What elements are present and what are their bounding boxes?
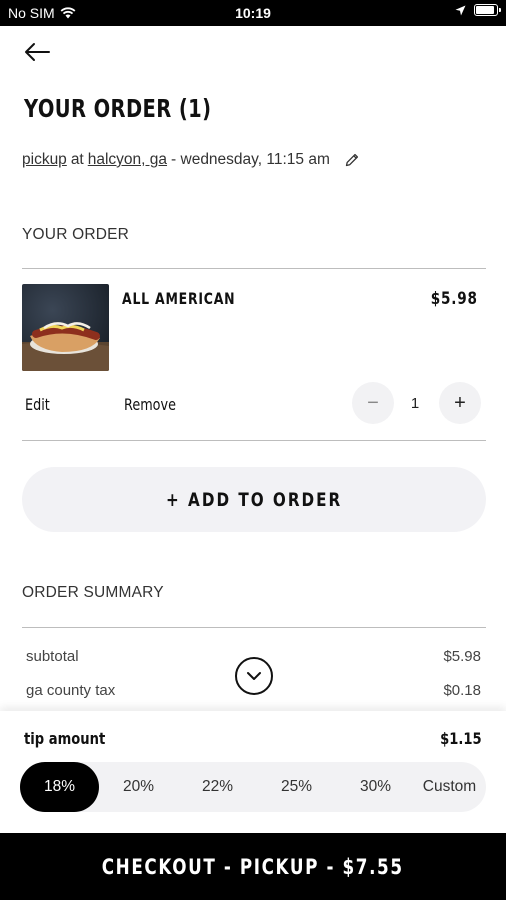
clock: 10:19: [235, 5, 271, 21]
order-section-label: YOUR ORDER: [22, 226, 130, 243]
add-to-order-label: + ADD TO ORDER: [165, 488, 343, 511]
back-arrow-icon: [25, 43, 50, 61]
summary-row-label: subtotal: [26, 648, 79, 665]
decrease-quantity-button[interactable]: −: [352, 382, 394, 424]
tip-option-22[interactable]: 22%: [178, 762, 257, 812]
plus-icon: +: [454, 391, 466, 414]
tip-option-18[interactable]: 18%: [20, 762, 99, 812]
status-bar: No SIM 10:19: [0, 0, 506, 26]
tip-option-custom[interactable]: Custom: [410, 762, 489, 812]
back-button[interactable]: [22, 38, 52, 66]
checkout-button[interactable]: CHECKOUT - PICKUP - $7.55: [0, 833, 506, 900]
tip-amount-label: tip amount: [24, 729, 106, 748]
expand-summary-button[interactable]: [235, 657, 273, 695]
chevron-down-icon: [247, 672, 261, 680]
item-name: ALL AMERICAN: [122, 289, 236, 308]
item-image: [22, 284, 109, 371]
pickup-at-text: at: [70, 151, 84, 168]
divider: [22, 440, 486, 441]
page-title: YOUR ORDER (1): [24, 94, 212, 123]
status-right: [455, 4, 501, 16]
edit-item-button[interactable]: Edit: [25, 395, 50, 414]
summary-row-value: $5.98: [443, 648, 481, 665]
pencil-icon[interactable]: [344, 152, 360, 168]
divider: [22, 268, 486, 269]
summary-row-label: ga county tax: [26, 682, 116, 699]
item-price: $5.98: [430, 289, 478, 309]
tip-amount-value: $1.15: [440, 729, 482, 748]
order-summary-label: ORDER SUMMARY: [22, 584, 164, 601]
location-arrow-icon: [455, 5, 466, 15]
pickup-info: pickup at halcyon, ga - wednesday, 11:15…: [22, 151, 360, 169]
minus-icon: −: [367, 391, 379, 414]
pickup-location-link[interactable]: halcyon, ga: [88, 151, 167, 169]
remove-item-button[interactable]: Remove: [124, 395, 176, 414]
summary-row-value: $0.18: [443, 682, 481, 699]
quantity-value: 1: [410, 395, 420, 412]
tip-panel: tip amount $1.15 18% 20% 22% 25% 30% Cus…: [0, 711, 506, 833]
checkout-label: CHECKOUT - PICKUP - $7.55: [102, 854, 404, 879]
tip-option-30[interactable]: 30%: [336, 762, 415, 812]
battery-icon: [474, 4, 501, 16]
pickup-time-text: - wednesday, 11:15 am: [171, 151, 330, 168]
tip-selector: 18% 20% 22% 25% 30% Custom: [20, 762, 486, 812]
increase-quantity-button[interactable]: +: [439, 382, 481, 424]
divider: [22, 627, 486, 628]
tip-option-20[interactable]: 20%: [99, 762, 178, 812]
tip-option-25[interactable]: 25%: [257, 762, 336, 812]
pickup-mode-link[interactable]: pickup: [22, 151, 67, 169]
add-to-order-button[interactable]: + ADD TO ORDER: [22, 467, 486, 532]
